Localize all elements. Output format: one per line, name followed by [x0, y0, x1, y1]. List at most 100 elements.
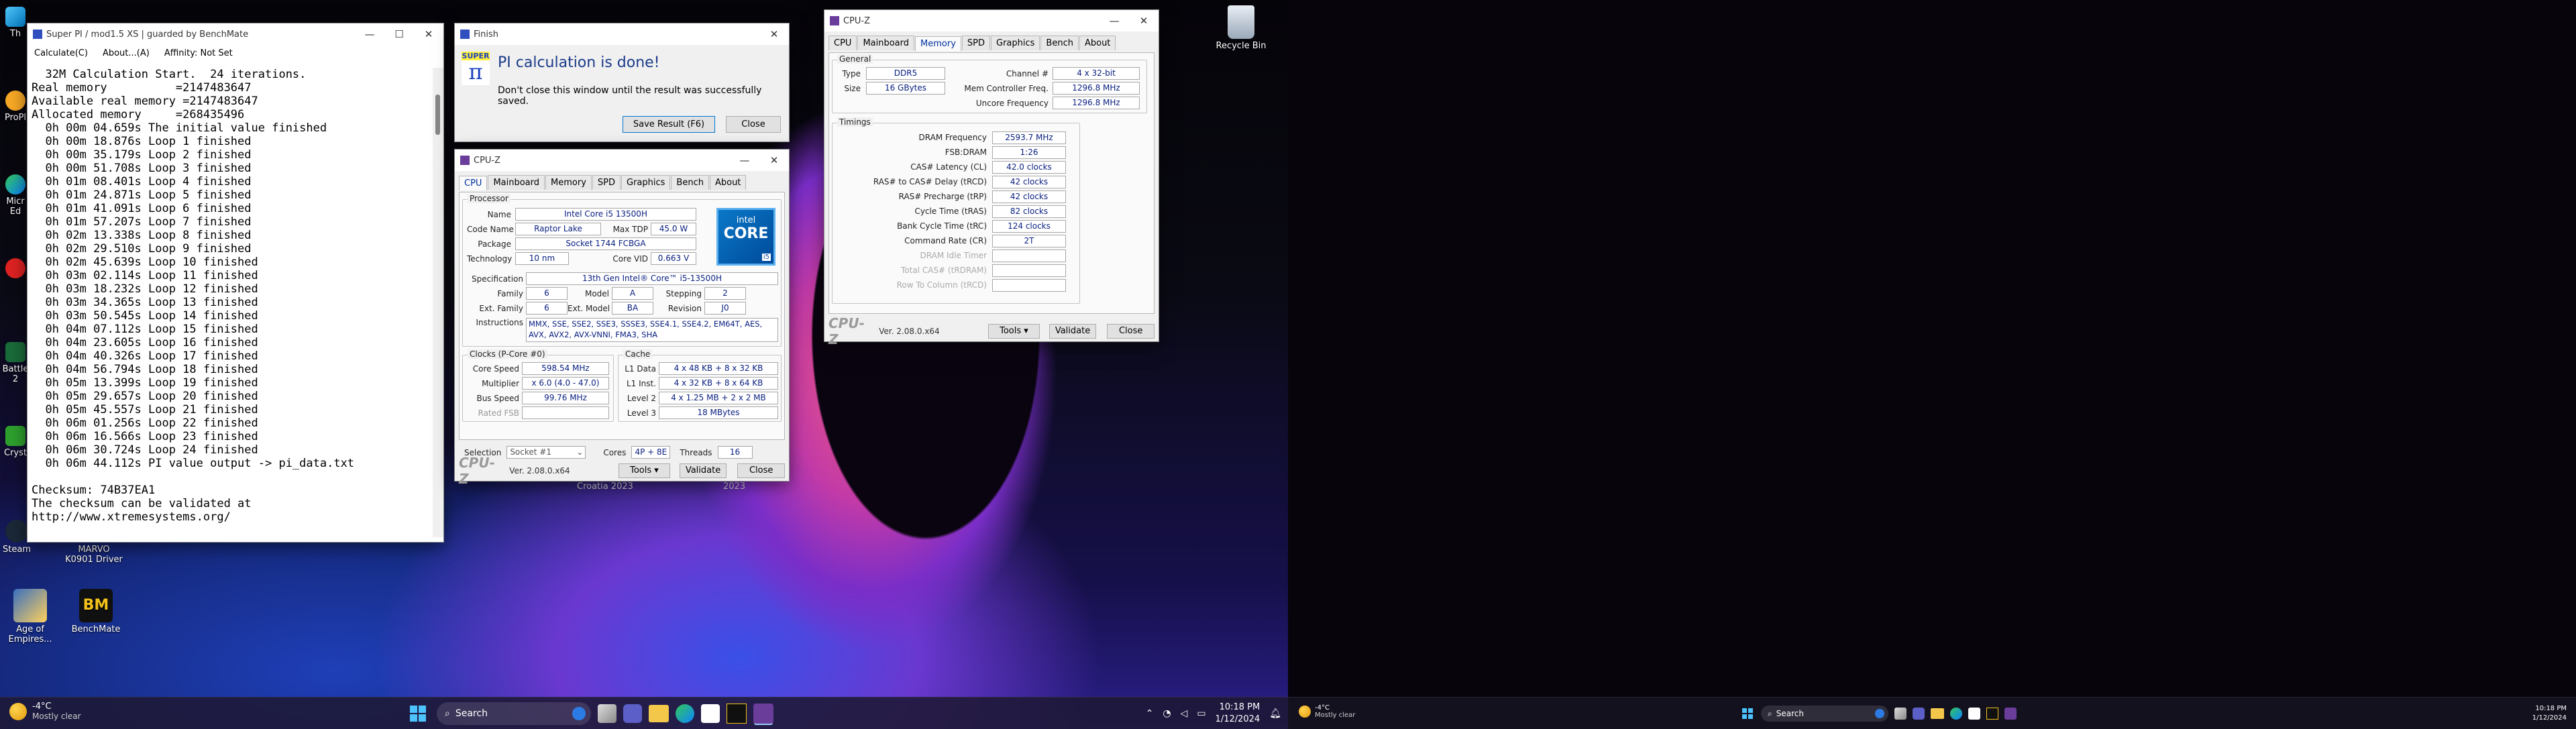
close-button[interactable]: ✕ — [759, 23, 789, 45]
weather-widget[interactable]: -4°C Mostly clear — [1299, 704, 1355, 719]
tab-cpu[interactable]: CPU — [459, 176, 488, 190]
extmodel-value: BA — [612, 302, 653, 315]
store-icon[interactable] — [701, 704, 720, 723]
tab-spd[interactable]: SPD — [592, 175, 621, 190]
start-button[interactable] — [406, 702, 430, 726]
store-icon[interactable] — [1968, 708, 1980, 720]
notification-bell-icon[interactable]: 🔔︎ — [1269, 708, 1281, 719]
superpi-title: Super PI / mod1.5 XS | guarded by BenchM… — [46, 29, 249, 40]
taskbar-search[interactable]: ⌕ Search — [437, 702, 591, 725]
tab-about[interactable]: About — [1079, 36, 1116, 50]
tab-cpu[interactable]: CPU — [828, 36, 857, 50]
timing-value: 82 clocks — [992, 205, 1066, 218]
start-button[interactable] — [1740, 706, 1755, 721]
desktop-icon-age-of-empires[interactable]: Age of Empires... — [1, 589, 59, 644]
superpi-titlebar[interactable]: Super PI / mod1.5 XS | guarded by BenchM… — [28, 23, 443, 45]
chat-icon[interactable] — [623, 704, 642, 723]
tab-spd[interactable]: SPD — [961, 36, 990, 50]
tab-mainboard[interactable]: Mainboard — [857, 36, 915, 50]
cpuz-titlebar[interactable]: CPU-Z — ✕ — [455, 150, 789, 171]
timing-label: DRAM Frequency — [918, 133, 987, 142]
taskbar-primary: -4°C Mostly clear ⌕ Search ⌃ ◔ ◁ ▭ 10:18 P… — [0, 697, 1288, 729]
cpuz-memory-window[interactable]: CPU-Z — ✕ CPU Mainboard Memory SPD Graph… — [824, 9, 1159, 347]
clock[interactable]: 10:18 PM 1/12/2024 — [1216, 702, 1260, 726]
socket-select[interactable]: Socket #1 ⌄ — [506, 446, 586, 459]
edge-icon[interactable] — [1950, 708, 1962, 720]
benchmate-task-icon[interactable] — [727, 704, 747, 724]
clock[interactable]: 10:18 PM 1/12/2024 — [2532, 704, 2567, 723]
extfamily-label: Ext. Family — [479, 303, 523, 313]
menu-calculate[interactable]: Calculate(C) — [34, 48, 88, 58]
desktop-icon-recycle-bin[interactable]: Recycle Bin — [1214, 5, 1268, 51]
desktop-icon-benchmate[interactable]: BM BenchMate — [69, 589, 123, 634]
benchmate-task-icon[interactable] — [1986, 708, 1998, 720]
minimize-button[interactable]: — — [1099, 10, 1129, 32]
chevron-up-icon[interactable]: ⌃ — [1146, 708, 1154, 719]
minimize-button[interactable]: — — [355, 23, 384, 45]
tab-graphics[interactable]: Graphics — [621, 175, 671, 190]
volume-icon[interactable]: ◁ — [1181, 708, 1188, 719]
superpi-scrollbar[interactable] — [433, 68, 443, 537]
finish-dialog[interactable]: Finish ✕ SUPER π PI calculation is done!… — [454, 23, 790, 142]
file-explorer-icon[interactable] — [649, 705, 669, 722]
taskbar-search[interactable]: ⌕ Search — [1761, 706, 1888, 722]
timing-label: RAS# to CAS# Delay (tRCD) — [873, 177, 987, 186]
finish-title: Finish — [474, 29, 499, 40]
timing-label: Cycle Time (tRAS) — [914, 207, 987, 216]
console-line: Checksum: 74B37EA1 — [32, 484, 156, 497]
finish-titlebar[interactable]: Finish ✕ — [455, 23, 789, 45]
tab-memory[interactable]: Memory — [545, 175, 592, 190]
codename-label: Code Name — [467, 224, 514, 234]
cpuz-task-icon[interactable] — [753, 704, 773, 724]
console-line: 0h 04m 23.605s Loop 16 finished — [32, 336, 258, 349]
maximize-button[interactable]: ☐ — [384, 23, 414, 45]
tab-memory[interactable]: Memory — [915, 36, 961, 51]
tools-button[interactable]: Tools ▾ — [619, 463, 670, 478]
console-line: 0h 01m 24.871s Loop 5 finished — [32, 188, 252, 202]
model-value: A — [612, 287, 653, 300]
close-button[interactable]: ✕ — [1129, 10, 1159, 32]
minimize-button[interactable]: — — [730, 150, 759, 171]
tab-bench[interactable]: Bench — [671, 175, 709, 190]
cpuz-logo: CPU-Z — [459, 455, 495, 487]
edge-icon[interactable] — [676, 704, 694, 723]
task-view-icon[interactable] — [598, 704, 616, 723]
validate-button[interactable]: Validate — [679, 463, 727, 478]
uncore-label: Uncore Frequency — [975, 98, 1049, 108]
cpuz-task-icon[interactable] — [2004, 708, 2017, 720]
cpuz-titlebar[interactable]: CPU-Z — ✕ — [824, 10, 1159, 32]
close-button[interactable]: ✕ — [414, 23, 443, 45]
cpuz-close-button[interactable]: Close — [1107, 324, 1155, 339]
revision-value: J0 — [704, 302, 746, 315]
validate-button[interactable]: Validate — [1049, 324, 1097, 339]
console-line: 0h 04m 07.112s Loop 15 finished — [32, 323, 258, 336]
tab-graphics[interactable]: Graphics — [991, 36, 1040, 50]
specification-label: Specification — [471, 274, 523, 284]
finish-close-button[interactable]: Close — [726, 116, 781, 133]
tools-button[interactable]: Tools ▾ — [988, 324, 1040, 339]
task-view-icon[interactable] — [1894, 708, 1907, 720]
tab-bench[interactable]: Bench — [1040, 36, 1079, 50]
wifi-icon[interactable]: ◔ — [1163, 708, 1171, 719]
console-line: 0h 00m 35.179s Loop 2 finished — [32, 148, 252, 162]
tab-about[interactable]: About — [709, 175, 747, 190]
console-line: 0h 01m 57.207s Loop 7 finished — [32, 215, 252, 229]
weather-widget[interactable]: -4°C Mostly clear — [9, 702, 81, 721]
menu-affinity[interactable]: Affinity: Not Set — [164, 48, 233, 58]
finish-message: Don't close this window until the result… — [498, 85, 762, 107]
scrollbar-thumb[interactable] — [435, 95, 440, 135]
file-explorer-icon[interactable] — [1931, 708, 1944, 719]
chat-icon[interactable] — [1913, 708, 1925, 720]
menu-about[interactable]: About...(A) — [103, 48, 150, 58]
cpuz-cpu-window[interactable]: CPU-Z — ✕ CPU Mainboard Memory SPD Graph… — [454, 149, 790, 487]
superpi-window[interactable]: Super PI / mod1.5 XS | guarded by BenchM… — [27, 23, 444, 543]
battery-icon[interactable]: ▭ — [1197, 708, 1205, 719]
cpuz-title: CPU-Z — [843, 15, 871, 26]
save-result-button[interactable]: Save Result (F6) — [623, 116, 715, 133]
close-button[interactable]: ✕ — [759, 150, 789, 171]
console-line: 0h 06m 16.566s Loop 23 finished — [32, 430, 258, 443]
tab-mainboard[interactable]: Mainboard — [488, 175, 545, 190]
monitor-right: -4°C Mostly clear ⌕ Search 10:18 PM 1/12/20… — [1288, 0, 2576, 729]
cpuz-close-button[interactable]: Close — [737, 463, 786, 478]
